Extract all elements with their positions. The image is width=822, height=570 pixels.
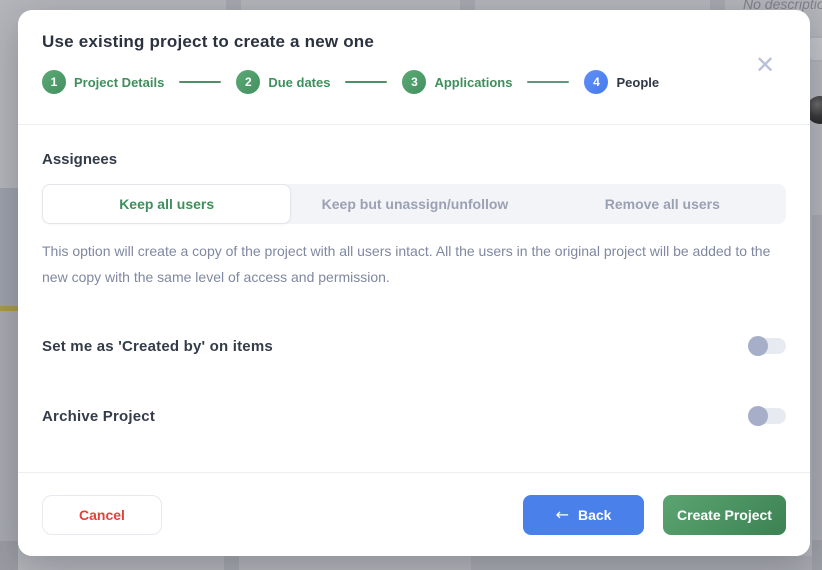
background-card-edge: [0, 188, 18, 306]
step-label: Due dates: [268, 75, 330, 90]
wizard-stepper: 1 Project Details 2 Due dates 3 Applicat…: [42, 70, 786, 94]
created-by-toggle-label: Set me as 'Created by' on items: [42, 338, 273, 355]
step-number-badge: 4: [584, 70, 608, 94]
toggle-knob: [748, 336, 768, 356]
clone-project-modal: Use existing project to create a new one…: [18, 10, 810, 556]
assignees-heading: Assignees: [42, 151, 786, 168]
kanban-column-gap: [460, 0, 475, 10]
create-project-button[interactable]: Create Project: [663, 495, 786, 535]
modal-body: Assignees Keep all users Keep but unassi…: [18, 125, 810, 426]
kanban-column-gap: [710, 0, 725, 10]
assignees-option-description: This option will create a copy of the pr…: [42, 238, 772, 290]
archive-project-toggle-label: Archive Project: [42, 408, 155, 425]
close-icon[interactable]: ✕: [752, 52, 778, 78]
toggle-knob: [748, 406, 768, 426]
archive-project-toggle-row: Archive Project: [42, 406, 786, 426]
archive-project-toggle[interactable]: [748, 406, 786, 426]
stepper-connector: [345, 81, 387, 83]
option-remove-all-users[interactable]: Remove all users: [539, 184, 786, 224]
background-card-edge: [0, 311, 18, 541]
background-card-edge: [812, 540, 822, 570]
kanban-column-gap: [226, 0, 241, 10]
back-button[interactable]: ← Back: [523, 495, 644, 535]
step-number-badge: 2: [236, 70, 260, 94]
step-applications[interactable]: 3 Applications: [402, 70, 512, 94]
cancel-button[interactable]: Cancel: [42, 495, 162, 535]
step-people[interactable]: 4 People: [584, 70, 659, 94]
stepper-connector: [179, 81, 221, 83]
footer-actions: ← Back Create Project: [523, 495, 786, 535]
step-number-badge: 1: [42, 70, 66, 94]
created-by-toggle[interactable]: [748, 336, 786, 356]
assignees-segmented-control: Keep all users Keep but unassign/unfollo…: [42, 184, 786, 224]
step-label: Project Details: [74, 75, 164, 90]
option-keep-but-unassign[interactable]: Keep but unassign/unfollow: [291, 184, 538, 224]
step-label: People: [616, 75, 659, 90]
background-card-edge: [0, 541, 18, 570]
background-card-edge: [812, 215, 822, 540]
back-arrow-icon: ←: [556, 505, 569, 524]
created-by-toggle-row: Set me as 'Created by' on items: [42, 336, 786, 356]
stepper-connector: [527, 81, 569, 83]
modal-title: Use existing project to create a new one: [42, 32, 786, 52]
modal-header: Use existing project to create a new one…: [18, 10, 810, 125]
option-keep-all-users[interactable]: Keep all users: [42, 184, 291, 224]
modal-footer: Cancel ← Back Create Project: [18, 472, 810, 556]
step-number-badge: 3: [402, 70, 426, 94]
kanban-column-gap: [224, 556, 239, 570]
back-button-label: Back: [578, 507, 611, 523]
step-due-dates[interactable]: 2 Due dates: [236, 70, 330, 94]
kanban-column-background: [471, 556, 822, 570]
step-project-details[interactable]: 1 Project Details: [42, 70, 164, 94]
step-label: Applications: [434, 75, 512, 90]
